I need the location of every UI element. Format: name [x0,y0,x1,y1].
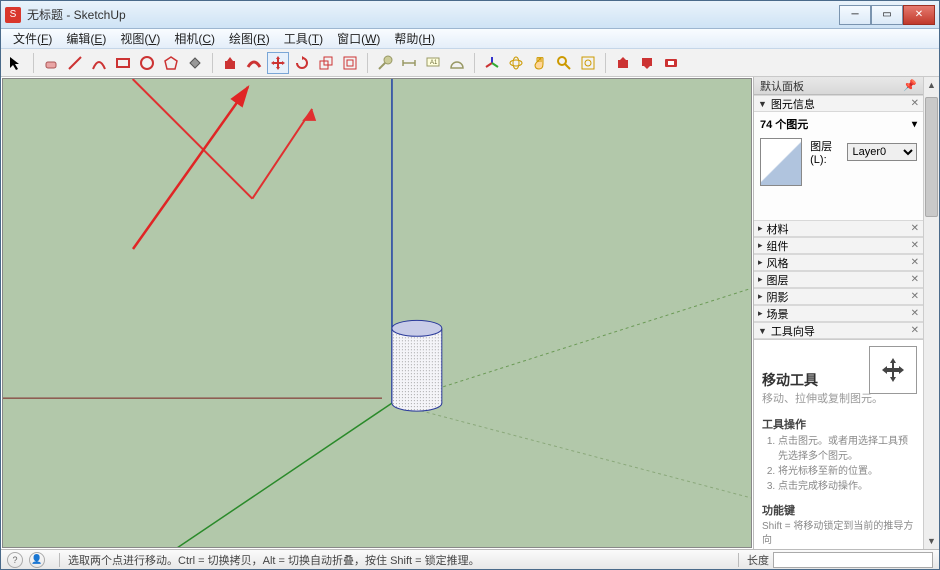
rotate-tool[interactable] [291,52,313,74]
share-model-tool[interactable] [636,52,658,74]
scroll-thumb[interactable] [925,97,938,217]
status-icon-1[interactable]: ? [7,552,23,568]
menu-view[interactable]: 视图(V) [114,28,166,49]
menu-bar: 文件(F) 编辑(E) 视图(V) 相机(C) 绘图(R) 工具(T) 窗口(W… [1,29,939,49]
viewport-3d[interactable] [2,78,752,548]
svg-text:A1: A1 [430,60,438,66]
rectangle-tool[interactable] [112,52,134,74]
material-swatch[interactable] [760,138,802,186]
dimension-tool[interactable] [398,52,420,74]
axes-tool[interactable] [481,52,503,74]
panel-entity-info-header[interactable]: ▼ 图元信息 ✕ [754,95,923,112]
measurement-input[interactable] [773,552,933,568]
arc-tool[interactable] [88,52,110,74]
instructor-fn-text: Shift = 将移动锁定到当前的推导方向 [762,520,915,548]
window-title: 无标题 - SketchUp [27,6,839,23]
panel-entity-info-title: 图元信息 [771,96,911,112]
close-button[interactable]: ✕ [903,5,935,25]
paint-bucket-tool[interactable] [184,52,206,74]
panel-materials-header[interactable]: ▸材料✕ [754,220,923,237]
expand-details-icon[interactable]: ▾ [912,119,917,130]
scroll-up-icon[interactable]: ▲ [924,77,939,93]
tool-preview-box [869,346,917,394]
menu-camera[interactable]: 相机(C) [168,28,221,49]
measurement-label: 长度 [747,552,769,568]
menu-edit[interactable]: 编辑(E) [60,28,112,49]
entity-info-panel: 74 个图元 ▾ 图层(L): Layer0 [754,112,923,220]
status-hint: 选取两个点进行移动。Ctrl = 切换拷贝，Alt = 切换自动折叠，按住 Sh… [68,552,480,568]
scroll-down-icon[interactable]: ▼ [924,533,939,549]
pushpull-tool[interactable] [219,52,241,74]
default-tray: 默认面板 📌 ▼ 图元信息 ✕ 74 个图元 ▾ [753,77,939,549]
protractor-tool[interactable] [446,52,468,74]
minimize-button[interactable]: ─ [839,5,871,25]
instructor-fn-title: 功能键 [762,502,915,518]
maximize-button[interactable]: ▭ [871,5,903,25]
panel-layers-header[interactable]: ▸图层✕ [754,271,923,288]
panel-scenes-header[interactable]: ▸场景✕ [754,305,923,322]
tray-pin-icon[interactable]: 📌 [903,79,917,92]
panel-components-header[interactable]: ▸组件✕ [754,237,923,254]
main-toolbar: A1 [1,49,939,77]
workspace: 默认面板 📌 ▼ 图元信息 ✕ 74 个图元 ▾ [1,77,939,549]
app-icon: S [5,7,21,23]
tape-measure-tool[interactable] [374,52,396,74]
menu-file[interactable]: 文件(F) [7,28,58,49]
scene-svg [3,79,751,548]
layer-label: 图层(L): [810,138,843,166]
entity-count-label: 74 个图元 [760,116,808,132]
menu-help[interactable]: 帮助(H) [388,28,441,49]
status-bar: ? 👤 选取两个点进行移动。Ctrl = 切换拷贝，Alt = 切换自动折叠，按… [1,549,939,569]
status-icon-2[interactable]: 👤 [29,552,45,568]
panel-instructor-header[interactable]: ▼工具向导✕ [754,322,923,339]
move-tool[interactable] [267,52,289,74]
panel-shadows-header[interactable]: ▸阴影✕ [754,288,923,305]
instructor-ops-title: 工具操作 [762,416,915,432]
title-bar[interactable]: S 无标题 - SketchUp ─ ▭ ✕ [1,1,939,29]
instructor-panel: 移动工具 移动、拉伸或复制图元。 工具操作 点击图元。或者用选择工具预先选择多个… [754,339,923,549]
orbit-tool[interactable] [505,52,527,74]
instructor-ops-list: 点击图元。或者用选择工具预先选择多个图元。 将光标移至新的位置。 点击完成移动操… [762,434,915,494]
pan-tool[interactable] [529,52,551,74]
layer-select[interactable]: Layer0 [847,143,917,161]
menu-tools[interactable]: 工具(T) [278,28,329,49]
panel-close-icon[interactable]: ✕ [911,98,919,109]
application-window: S 无标题 - SketchUp ─ ▭ ✕ 文件(F) 编辑(E) 视图(V)… [0,0,940,570]
tray-title: 默认面板 [760,78,804,94]
zoom-extents-tool[interactable] [577,52,599,74]
line-tool[interactable] [64,52,86,74]
expand-icon: ▼ [758,99,767,109]
select-tool[interactable] [5,52,27,74]
menu-window[interactable]: 窗口(W) [331,28,386,49]
text-tool[interactable]: A1 [422,52,444,74]
tray-header[interactable]: 默认面板 📌 [754,77,923,95]
eraser-tool[interactable] [40,52,62,74]
menu-draw[interactable]: 绘图(R) [223,28,276,49]
followme-tool[interactable] [243,52,265,74]
polygon-tool[interactable] [160,52,182,74]
tray-scrollbar[interactable]: ▲ ▼ [923,77,939,549]
offset-tool[interactable] [339,52,361,74]
scale-tool[interactable] [315,52,337,74]
zoom-tool[interactable] [553,52,575,74]
get-models-tool[interactable] [612,52,634,74]
panel-styles-header[interactable]: ▸风格✕ [754,254,923,271]
extension-tool[interactable] [660,52,682,74]
circle-tool[interactable] [136,52,158,74]
